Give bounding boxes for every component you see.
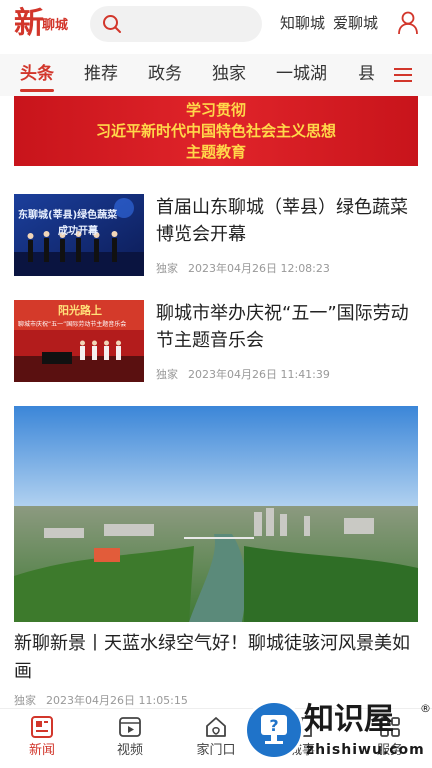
svg-text:?: ? bbox=[269, 716, 278, 735]
watermark-logo: ? 知识屋 ® zhishiwu.com bbox=[244, 700, 432, 768]
active-tab-indicator bbox=[20, 89, 54, 92]
news-source: 独家 bbox=[156, 368, 178, 381]
watermark-text: 知识屋 bbox=[304, 702, 394, 737]
nav-home-door[interactable]: 家门口 bbox=[180, 715, 252, 759]
watermark-icon: ? bbox=[244, 700, 304, 760]
tab-recommend[interactable]: 推荐 bbox=[84, 62, 118, 86]
app-logo[interactable]: 新 聊城 bbox=[14, 4, 74, 44]
logo-text: 聊城 bbox=[42, 18, 69, 33]
news-image bbox=[14, 406, 418, 622]
news-icon bbox=[31, 716, 53, 738]
news-thumbnail: 阳光路上 聊城市庆祝“五一”国际劳动节主题音乐会 bbox=[14, 300, 144, 382]
theme-education-banner[interactable]: 学习贯彻 习近平新时代中国特色社会主义思想 主题教育 bbox=[14, 96, 418, 166]
news-time: 2023年04月26日 12:08:23 bbox=[188, 262, 330, 275]
nav-label: 家门口 bbox=[196, 743, 236, 758]
watermark-registered: ® bbox=[420, 702, 431, 715]
nav-label: 视频 bbox=[116, 743, 143, 758]
news-meta: 独家 2023年04月26日 12:08:23 bbox=[156, 260, 330, 276]
banner-line-1: 学习贯彻 bbox=[185, 101, 246, 119]
tab-exclusive[interactable]: 独家 bbox=[212, 62, 246, 86]
search-input[interactable] bbox=[90, 6, 262, 42]
home-door-icon bbox=[206, 717, 226, 737]
channel-tabs: 头条 推荐 政务 独家 一城湖 县 bbox=[0, 54, 432, 96]
news-source: 独家 bbox=[14, 694, 36, 707]
news-source: 独家 bbox=[156, 262, 178, 275]
video-icon bbox=[119, 717, 141, 737]
menu-icon[interactable] bbox=[394, 67, 412, 83]
logo-mark: 新 bbox=[14, 6, 44, 41]
news-meta: 独家 2023年04月26日 11:41:39 bbox=[156, 366, 330, 382]
user-icon[interactable] bbox=[397, 11, 419, 35]
news-thumbnail: 东聊城(莘县)绿色蔬菜 成功开幕 bbox=[14, 194, 144, 276]
tab-county[interactable]: 县 bbox=[358, 62, 375, 86]
nav-label: 新闻 bbox=[28, 743, 55, 758]
news-title: 首届山东聊城（莘县）绿色蔬菜博览会开幕 bbox=[156, 197, 408, 245]
thumb-caption-1: 阳光路上 bbox=[58, 304, 102, 317]
news-time: 2023年04月26日 11:05:15 bbox=[46, 694, 188, 707]
watermark-url: zhishiwu.com bbox=[306, 742, 425, 758]
news-item[interactable]: 阳光路上 聊城市庆祝“五一”国际劳动节主题音乐会 聊城市举办庆祝“五一”国际劳动… bbox=[14, 300, 418, 382]
news-item[interactable]: 东聊城(莘县)绿色蔬菜 成功开幕 首届山东聊城（莘县）绿色蔬菜博览会开幕 独家 2… bbox=[14, 194, 418, 276]
news-time: 2023年04月26日 11:41:39 bbox=[188, 368, 330, 381]
news-title: 新聊新景丨天蓝水绿空气好！聊城徒骇河风景美如画 bbox=[14, 633, 410, 682]
thumb-caption-1: 东聊城(莘县)绿色蔬菜 bbox=[18, 210, 118, 221]
news-meta: 独家 2023年04月26日 11:05:15 bbox=[14, 692, 188, 708]
nav-video[interactable]: 视频 bbox=[94, 715, 166, 759]
news-title: 聊城市举办庆祝“五一”国际劳动节主题音乐会 bbox=[156, 303, 409, 351]
banner-line-3: 主题教育 bbox=[185, 143, 246, 161]
app-header: 新 聊城 知聊城 爱聊城 bbox=[0, 0, 432, 48]
thumb-caption-2: 聊城市庆祝“五一”国际劳动节主题音乐会 bbox=[18, 321, 127, 328]
nav-news[interactable]: 新闻 bbox=[6, 715, 78, 759]
tab-government[interactable]: 政务 bbox=[148, 62, 182, 86]
search-icon bbox=[103, 15, 121, 33]
tab-one-city-lake[interactable]: 一城湖 bbox=[276, 62, 327, 86]
header-link-zhi-liaocheng[interactable]: 知聊城 bbox=[280, 13, 325, 33]
tab-headlines[interactable]: 头条 bbox=[20, 62, 54, 86]
banner-line-2: 习近平新时代中国特色社会主义思想 bbox=[95, 122, 336, 140]
header-link-ai-liaocheng[interactable]: 爱聊城 bbox=[333, 13, 378, 33]
thumb-caption-2: 成功开幕 bbox=[58, 226, 98, 237]
